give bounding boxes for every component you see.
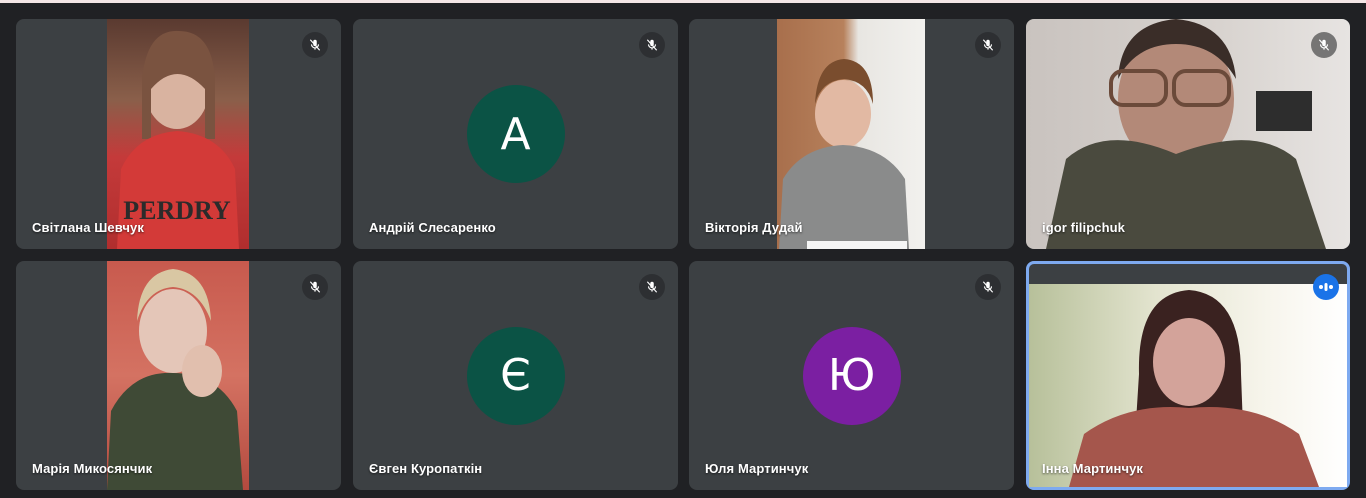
participant-tile-inna-active-speaker[interactable]: Інна Мартинчук: [1026, 261, 1350, 490]
participant-video: [777, 19, 925, 249]
participant-name: Юля Мартинчук: [705, 461, 809, 476]
participant-tile-yevhen[interactable]: Є Євген Куропаткін: [353, 261, 678, 490]
participant-tile-svitlana[interactable]: PERDRY Світлана Шевчук: [16, 19, 341, 249]
participant-tile-andrii[interactable]: А Андрій Слесаренко: [353, 19, 678, 249]
participant-tile-viktoriia[interactable]: Вікторія Дудай: [689, 19, 1014, 249]
participant-video: [1026, 19, 1350, 249]
person-silhouette: [1046, 19, 1326, 249]
participant-name: Марія Микосянчик: [32, 461, 153, 476]
participant-avatar: Є: [466, 326, 565, 425]
mic-off-icon: [302, 274, 328, 300]
participant-name: Інна Мартинчук: [1042, 461, 1144, 476]
mic-off-icon: [639, 32, 665, 58]
participant-tile-mariia[interactable]: Марія Микосянчик: [16, 261, 341, 490]
person-silhouette: [1069, 290, 1319, 487]
mic-off-icon: [302, 32, 328, 58]
participant-video: [107, 261, 249, 490]
participant-video: [1029, 284, 1347, 487]
participant-avatar: А: [466, 85, 565, 183]
person-silhouette: PERDRY: [117, 30, 239, 249]
person-silhouette: [779, 59, 909, 249]
mic-off-icon: [1311, 32, 1337, 58]
participant-avatar: Ю: [802, 326, 901, 425]
participant-name: Світлана Шевчук: [32, 220, 144, 235]
person-silhouette: [107, 269, 243, 490]
audio-level-icon: [1313, 274, 1339, 300]
mic-off-icon: [975, 274, 1001, 300]
participant-name: Вікторія Дудай: [705, 220, 803, 235]
participant-name: Євген Куропаткін: [369, 461, 483, 476]
participant-tile-igor[interactable]: igor filipchuk: [1026, 19, 1350, 249]
participant-video: PERDRY: [107, 19, 249, 249]
participant-name: igor filipchuk: [1042, 220, 1126, 235]
mic-off-icon: [975, 32, 1001, 58]
mic-off-icon: [639, 274, 665, 300]
window-top-edge: [0, 0, 1366, 3]
participant-name: Андрій Слесаренко: [369, 220, 496, 235]
participant-tile-yulia[interactable]: Ю Юля Мартинчук: [689, 261, 1014, 490]
